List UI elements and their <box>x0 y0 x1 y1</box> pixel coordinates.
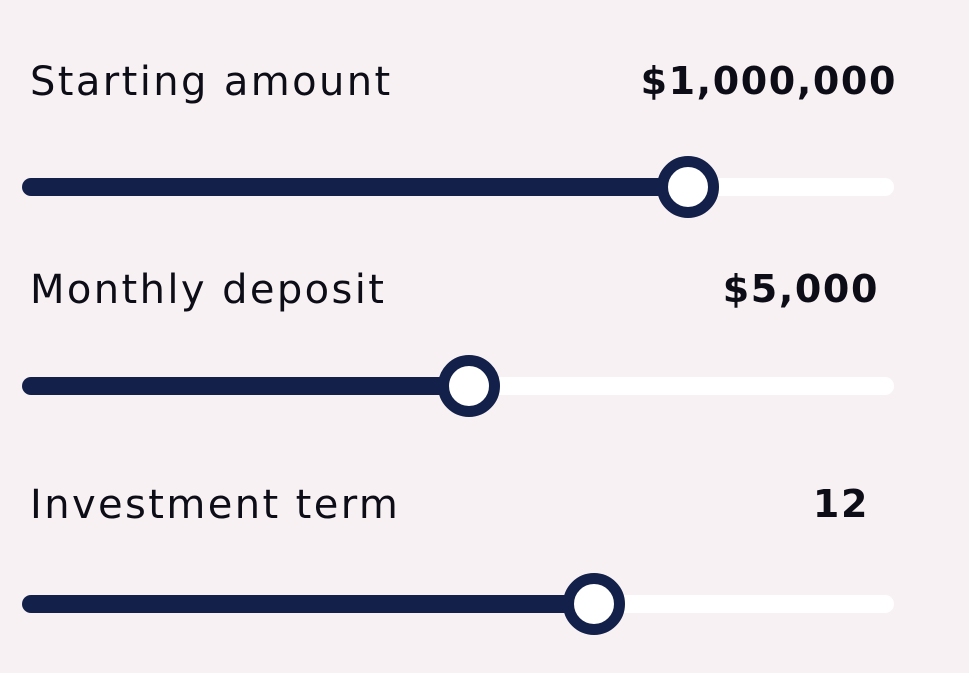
investment-term-label: Investment term <box>30 482 401 528</box>
starting-amount-slider-fill <box>22 178 689 196</box>
monthly-deposit-slider-fill <box>22 377 470 395</box>
investment-term-slider[interactable] <box>22 573 894 635</box>
starting-amount-slider[interactable] <box>22 156 894 218</box>
starting-amount-value: $1,000,000 <box>640 59 897 103</box>
monthly-deposit-slider-thumb[interactable] <box>438 355 501 417</box>
investment-term-slider-fill <box>22 595 595 613</box>
starting-amount-slider-thumb[interactable] <box>657 156 720 218</box>
starting-amount-label: Starting amount <box>30 59 393 105</box>
monthly-deposit-value: $5,000 <box>722 267 879 311</box>
monthly-deposit-label: Monthly deposit <box>30 267 387 313</box>
monthly-deposit-slider[interactable] <box>22 355 894 417</box>
investment-term-slider-thumb[interactable] <box>563 573 626 635</box>
investment-term-value: 12 <box>812 482 869 526</box>
